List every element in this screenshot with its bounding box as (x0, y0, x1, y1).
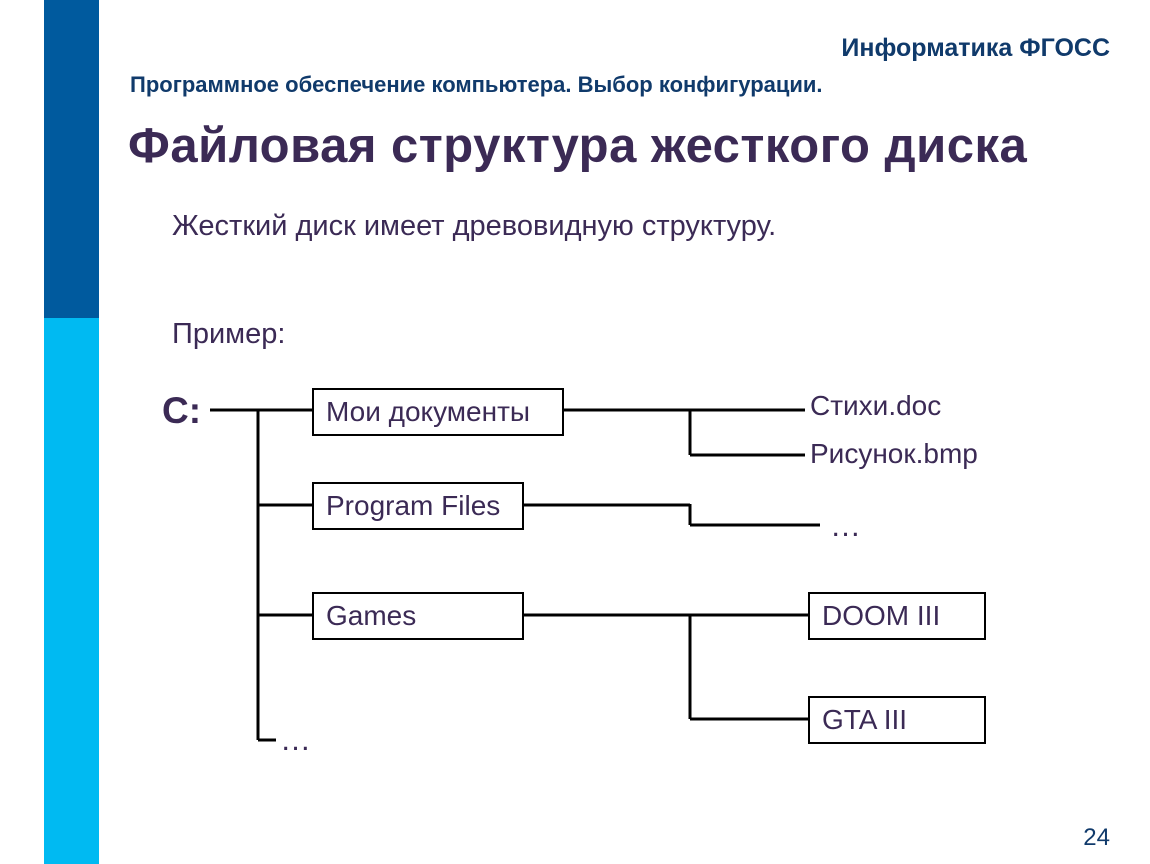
file-doc1: Стихи.doc (810, 390, 941, 422)
example-label: Пример: (172, 318, 285, 351)
folder-box-games: Games (312, 592, 524, 640)
root-drive-label: C: (162, 390, 201, 432)
header-subject: Информатика ФГОСС (0, 34, 1110, 63)
subfolder-box-doom: DOOM III (808, 592, 986, 640)
ellipsis-root: … (280, 722, 313, 758)
file-doc2: Рисунок.bmp (810, 438, 978, 470)
page-number: 24 (1083, 824, 1110, 852)
ellipsis-program-files: … (830, 508, 863, 544)
subfolder-box-gta: GTA III (808, 696, 986, 744)
sidebar-accent-bottom (44, 318, 99, 864)
slide-title: Файловая структура жесткого диска (128, 118, 1027, 174)
header-subtitle: Программное обеспечение компьютера. Выбо… (130, 72, 823, 98)
description-text: Жесткий диск имеет древовидную структуру… (172, 210, 776, 243)
folder-box-program-files: Program Files (312, 482, 524, 530)
folder-box-docs: Мои документы (312, 388, 564, 436)
